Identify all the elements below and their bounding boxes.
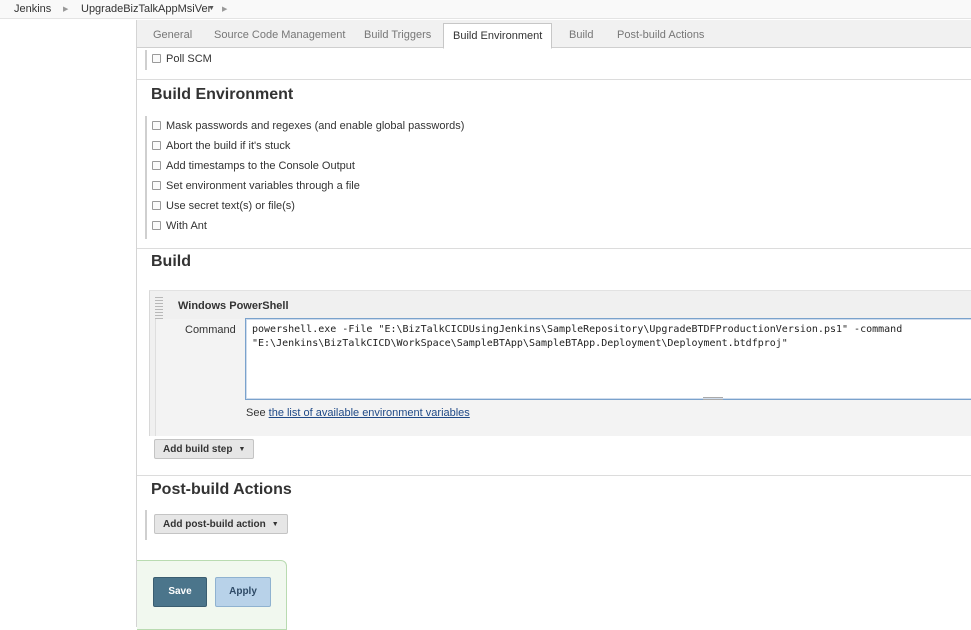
option-with-ant[interactable]: With Ant bbox=[152, 220, 207, 234]
secret-text-checkbox[interactable] bbox=[152, 200, 161, 210]
breadcrumb-dropdown-icon[interactable]: ▼ bbox=[208, 2, 215, 15]
section-indent-bar bbox=[145, 116, 147, 239]
chevron-down-icon: ▼ bbox=[271, 521, 279, 528]
tab-build[interactable]: Build bbox=[569, 29, 593, 41]
apply-button[interactable]: Apply bbox=[215, 577, 271, 607]
job-config-form: General Source Code Management Build Tri… bbox=[136, 20, 971, 630]
env-vars-link[interactable]: the list of available environment variab… bbox=[269, 407, 470, 419]
breadcrumb-separator-icon: ▶ bbox=[63, 6, 69, 13]
tab-post-build-actions[interactable]: Post-build Actions bbox=[617, 29, 704, 41]
build-environment-heading: Build Environment bbox=[151, 86, 294, 103]
tab-source-code-management[interactable]: Source Code Management bbox=[214, 29, 345, 41]
poll-scm-checkbox[interactable] bbox=[152, 53, 161, 63]
env-vars-help: See the list of available environment va… bbox=[246, 407, 470, 419]
option-secret-text[interactable]: Use secret text(s) or file(s) bbox=[152, 200, 295, 214]
build-step-windows-powershell: Windows PowerShell Command powershell.ex… bbox=[149, 290, 971, 436]
section-indent-bar bbox=[145, 510, 147, 540]
mask-passwords-checkbox[interactable] bbox=[152, 120, 161, 130]
breadcrumb-job[interactable]: UpgradeBizTalkAppMsiVer bbox=[81, 3, 211, 15]
add-timestamps-checkbox[interactable] bbox=[152, 160, 161, 170]
command-textarea[interactable]: powershell.exe -File "E:\BizTalkCICDUsin… bbox=[245, 318, 971, 400]
build-heading: Build bbox=[151, 253, 191, 270]
option-env-vars-file[interactable]: Set environment variables through a file bbox=[152, 180, 360, 194]
config-tab-bar: General Source Code Management Build Tri… bbox=[137, 20, 971, 49]
option-add-timestamps[interactable]: Add timestamps to the Console Output bbox=[152, 160, 355, 174]
option-poll-scm[interactable]: Poll SCM bbox=[152, 53, 212, 67]
build-step-title: Windows PowerShell bbox=[178, 300, 289, 312]
form-button-bar: Save Apply bbox=[137, 560, 287, 630]
post-build-heading: Post-build Actions bbox=[151, 481, 292, 498]
tab-general[interactable]: General bbox=[153, 29, 192, 41]
section-indent-bar bbox=[145, 50, 147, 70]
breadcrumb-jenkins[interactable]: Jenkins bbox=[14, 3, 51, 15]
section-divider bbox=[137, 475, 971, 476]
tab-build-triggers[interactable]: Build Triggers bbox=[364, 29, 431, 41]
section-divider bbox=[137, 248, 971, 249]
tab-build-environment[interactable]: Build Environment bbox=[443, 23, 553, 49]
side-panel bbox=[0, 20, 137, 627]
with-ant-checkbox[interactable] bbox=[152, 220, 161, 230]
drag-handle-icon[interactable] bbox=[155, 297, 163, 319]
save-button[interactable]: Save bbox=[153, 577, 207, 607]
abort-stuck-checkbox[interactable] bbox=[152, 140, 161, 150]
add-build-step-button[interactable]: Add build step ▼ bbox=[154, 439, 255, 459]
textarea-resize-icon[interactable] bbox=[703, 397, 723, 400]
option-abort-stuck[interactable]: Abort the build if it's stuck bbox=[152, 140, 290, 154]
chevron-down-icon: ▼ bbox=[238, 446, 246, 453]
add-post-build-action-button[interactable]: Add post-build action ▼ bbox=[154, 514, 288, 534]
env-vars-file-checkbox[interactable] bbox=[152, 180, 161, 190]
section-divider bbox=[137, 79, 971, 80]
breadcrumb-separator-icon: ▶ bbox=[222, 6, 228, 13]
breadcrumb: Jenkins ▶ UpgradeBizTalkAppMsiVer ▼ ▶ bbox=[0, 0, 971, 19]
option-mask-passwords[interactable]: Mask passwords and regexes (and enable g… bbox=[152, 120, 464, 134]
command-label: Command bbox=[185, 324, 236, 336]
